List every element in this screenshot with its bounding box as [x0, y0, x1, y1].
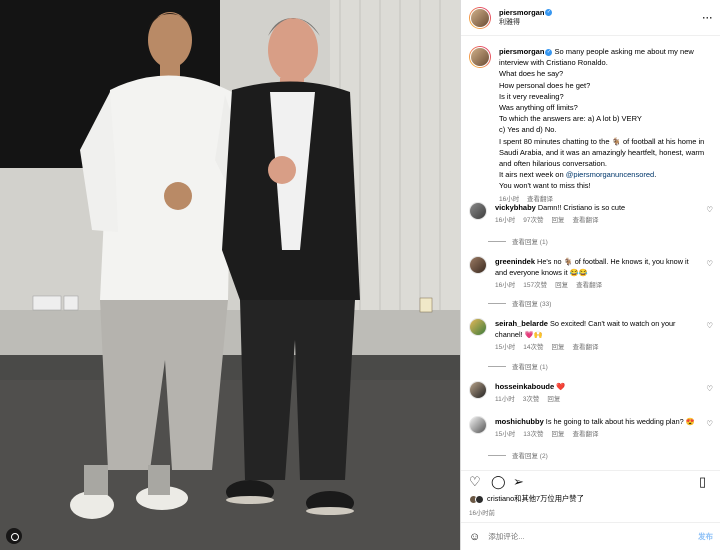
caption-avatar[interactable]	[469, 46, 491, 68]
caption-airs-text: It airs next week on	[499, 170, 564, 180]
caption-username[interactable]: piersmorgan	[499, 47, 544, 56]
share-icon[interactable]: ➢	[513, 474, 527, 489]
likes-summary[interactable]: cristiano和其他7万位用户赞了	[469, 494, 584, 504]
comment-item: seirah_belarde So excited! Can't wait to…	[469, 318, 713, 353]
comment-time: 11小时	[495, 396, 515, 403]
comment-item: greenindek He's no 🐐 of football. He kno…	[469, 256, 713, 291]
mention-link[interactable]: @piersmorganuncensored	[566, 170, 655, 179]
reply-button[interactable]: 回复	[551, 431, 564, 438]
comment-time: 15小时	[495, 344, 516, 351]
caption-line: What does he say?	[499, 69, 564, 79]
like-comment-heart-icon[interactable]: ♡	[706, 419, 713, 428]
post-caption: piersmorgan ✓ So many people asking me ab…	[469, 46, 713, 205]
commenter-username[interactable]: greenindek	[495, 257, 535, 266]
view-replies-link[interactable]: 查看回复 (33)	[488, 298, 551, 308]
more-options-icon[interactable]: ···	[703, 13, 714, 23]
comment-text: Damn!! Cristiano is so cute	[537, 203, 626, 212]
commenter-avatar[interactable]	[469, 381, 487, 399]
reply-button[interactable]: 回复	[551, 217, 564, 224]
comment-time: 16小时	[495, 282, 516, 289]
comment-icon[interactable]: ◯	[491, 474, 506, 489]
comment-item: hosseinkaboude ❤️ 11小时 3次赞 回复 ♡	[469, 381, 713, 405]
commenter-avatar[interactable]	[469, 416, 487, 434]
caption-line: To which the answers are: a) A lot b) VE…	[499, 114, 642, 124]
comment-time: 15小时	[495, 431, 516, 438]
post-side-panel: piersmorgan ✓ 利雅得 ··· piersmorgan ✓ So man…	[460, 0, 720, 550]
comment-item: moshichubby Is he going to talk about hi…	[469, 416, 713, 440]
like-comment-heart-icon[interactable]: ♡	[706, 205, 713, 214]
comment-likes[interactable]: 13次赞	[523, 431, 543, 438]
comment-item: vickybhaby Damn!! Cristiano is so cute 1…	[469, 202, 713, 226]
heart-icon[interactable]: ♡	[469, 474, 483, 489]
commenter-username[interactable]: vickybhaby	[495, 203, 536, 212]
commenter-username[interactable]: hosseinkaboude	[495, 382, 554, 391]
reply-button[interactable]: 回复	[555, 282, 568, 289]
author-avatar[interactable]	[469, 6, 491, 29]
translate-link[interactable]: 查看翻译	[572, 344, 598, 351]
comment-input[interactable]	[488, 532, 698, 541]
view-replies-link[interactable]: 查看回复 (1)	[488, 361, 548, 371]
caption-line: c) Yes and d) No.	[499, 125, 557, 135]
caption-line: Is it very revealing?	[499, 91, 564, 101]
comment-text: Is he going to talk about his wedding pl…	[545, 417, 695, 426]
comment-likes[interactable]: 3次赞	[523, 396, 540, 403]
caption-period: .	[654, 170, 657, 180]
view-replies-link[interactable]: 查看回复 (1)	[488, 236, 548, 246]
translate-link[interactable]: 查看翻译	[572, 217, 598, 224]
caption-line: Was anything off limits?	[499, 103, 578, 113]
likes-text[interactable]: cristiano和其他7万位用户赞了	[487, 494, 584, 504]
verified-badge-icon: ✓	[545, 9, 553, 17]
comment-likes[interactable]: 157次赞	[523, 282, 547, 289]
comment-text: ❤️	[556, 382, 566, 391]
bookmark-icon[interactable]: ▯	[699, 474, 713, 489]
commenter-avatar[interactable]	[469, 202, 487, 220]
action-bar: ♡ ◯ ➢ ▯	[461, 470, 720, 492]
caption-line: I spent 80 minutes chatting to the 🐐 of …	[499, 136, 705, 169]
post-location[interactable]: 利雅得	[499, 18, 552, 28]
translate-link[interactable]: 查看翻译	[576, 282, 602, 289]
translate-link[interactable]: 查看翻译	[572, 431, 598, 438]
post-timestamp[interactable]: 16小时前	[469, 508, 495, 517]
view-replies-link[interactable]: 查看回复 (2)	[488, 450, 548, 460]
carousel-icon[interactable]	[6, 528, 22, 544]
caption-closing: You won't want to miss this!	[499, 181, 591, 191]
post-header: piersmorgan ✓ 利雅得 ···	[461, 0, 720, 36]
author-username[interactable]: piersmorgan	[499, 8, 544, 17]
like-comment-heart-icon[interactable]: ♡	[706, 259, 713, 268]
emoji-icon[interactable]: ☺	[469, 531, 480, 543]
comment-likes[interactable]: 14次赞	[523, 344, 543, 351]
liker-avatar	[475, 494, 484, 504]
commenter-username[interactable]: moshichubby	[495, 417, 544, 426]
post-comment-button[interactable]: 发布	[698, 531, 713, 542]
post-photo	[0, 0, 460, 550]
verified-badge-icon: ✓	[545, 48, 553, 56]
comment-time: 16小时	[495, 217, 516, 224]
comment-composer: ☺ 发布	[461, 522, 720, 550]
reply-button[interactable]: 回复	[547, 396, 560, 403]
caption-line: How personal does he get?	[499, 80, 591, 90]
commenter-username[interactable]: seirah_belarde	[495, 319, 548, 328]
like-comment-heart-icon[interactable]: ♡	[706, 321, 713, 330]
commenter-avatar[interactable]	[469, 256, 487, 274]
reply-button[interactable]: 回复	[551, 344, 564, 351]
comment-likes[interactable]: 97次赞	[523, 217, 543, 224]
like-comment-heart-icon[interactable]: ♡	[706, 384, 713, 393]
commenter-avatar[interactable]	[469, 318, 487, 336]
photo-illustration	[0, 0, 460, 550]
